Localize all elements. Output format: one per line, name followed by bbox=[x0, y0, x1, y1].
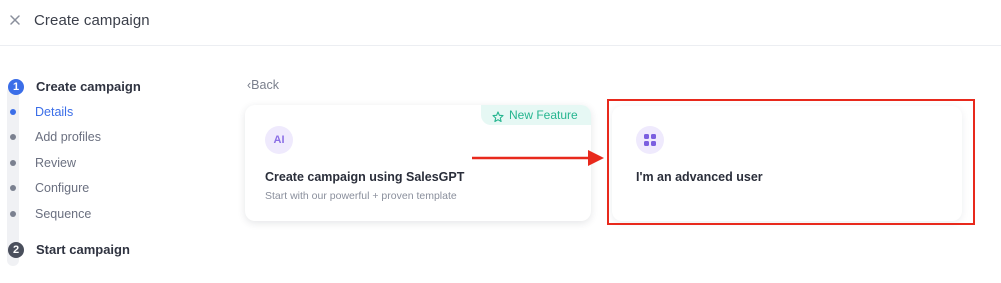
new-feature-tag: New Feature bbox=[481, 105, 591, 125]
substep-add-profiles[interactable]: Add profiles bbox=[35, 130, 101, 144]
step-title-start-campaign: Start campaign bbox=[36, 242, 130, 257]
star-icon bbox=[492, 109, 504, 129]
back-label: Back bbox=[251, 78, 279, 92]
substep-review[interactable]: Review bbox=[35, 156, 76, 170]
arrow-annotation bbox=[472, 150, 604, 166]
advanced-user-card-title: I'm an advanced user bbox=[636, 170, 763, 184]
close-icon[interactable] bbox=[8, 13, 22, 27]
substep-dot-configure bbox=[10, 185, 16, 191]
ai-badge: AI bbox=[265, 126, 293, 154]
substep-details[interactable]: Details bbox=[35, 105, 73, 119]
substep-dot-sequence bbox=[10, 211, 16, 217]
page-title: Create campaign bbox=[34, 12, 150, 29]
new-feature-label: New Feature bbox=[509, 108, 578, 122]
salesgpt-card-subtitle: Start with our powerful + proven templat… bbox=[265, 190, 457, 202]
substep-dot-details bbox=[10, 109, 16, 115]
grid-icon bbox=[636, 126, 664, 154]
top-bar: Create campaign bbox=[0, 0, 1001, 46]
step-title-create-campaign: Create campaign bbox=[36, 79, 141, 94]
back-link[interactable]: ‹Back bbox=[247, 78, 279, 92]
substep-sequence[interactable]: Sequence bbox=[35, 207, 91, 221]
step-number-1: 1 bbox=[8, 79, 24, 95]
step-number-2: 2 bbox=[8, 242, 24, 258]
salesgpt-card-title: Create campaign using SalesGPT bbox=[265, 170, 465, 184]
substep-dot-add-profiles bbox=[10, 134, 16, 140]
substep-dot-review bbox=[10, 160, 16, 166]
advanced-user-card[interactable]: I'm an advanced user bbox=[612, 106, 962, 221]
substep-configure[interactable]: Configure bbox=[35, 181, 89, 195]
